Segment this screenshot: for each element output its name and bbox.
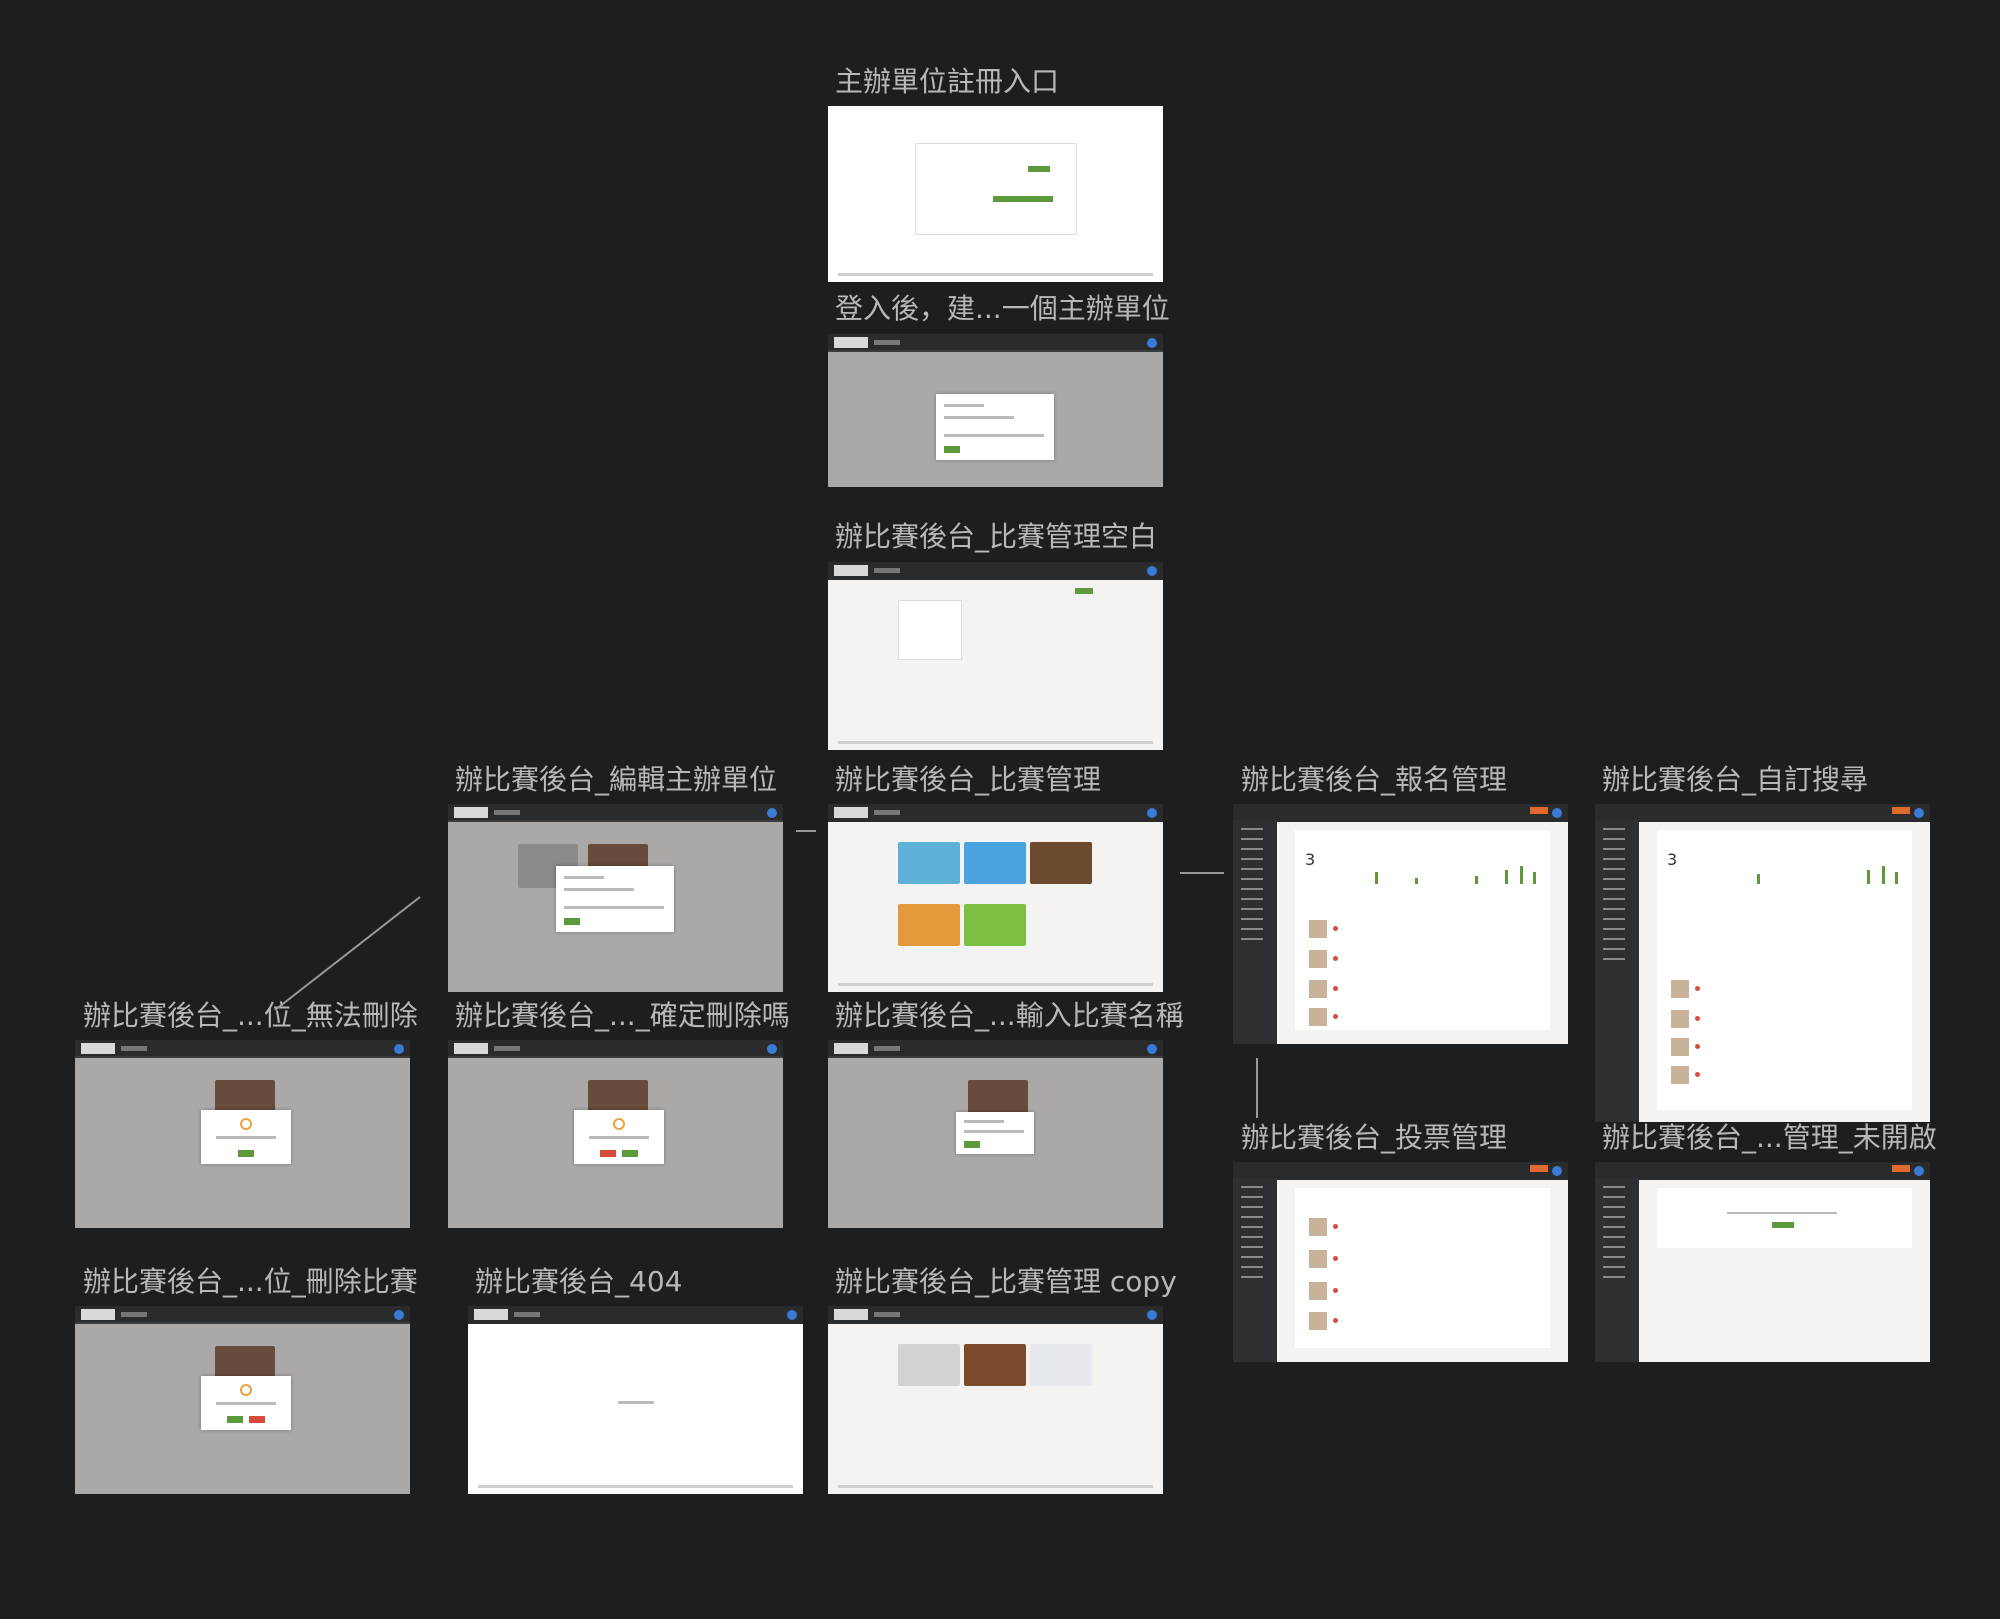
login-card bbox=[915, 143, 1077, 235]
content-panel: 3 bbox=[1295, 830, 1550, 1030]
top-bar bbox=[75, 1306, 410, 1324]
frame-label: 辦比賽後台_投票管理 bbox=[1241, 1121, 1508, 1154]
empty-card bbox=[898, 600, 962, 660]
frame-label: 辦比賽後台_404 bbox=[475, 1265, 683, 1298]
green-button bbox=[1075, 588, 1093, 594]
frame-thumbnail-404[interactable] bbox=[468, 1306, 803, 1494]
content-panel bbox=[1295, 1188, 1550, 1348]
input-modal bbox=[956, 1112, 1034, 1154]
top-bar bbox=[828, 804, 1163, 822]
flow-line bbox=[274, 896, 421, 1011]
top-bar bbox=[1233, 804, 1568, 822]
stat-count: 3 bbox=[1305, 850, 1316, 869]
green-button bbox=[993, 196, 1053, 202]
frame-thumbnail-registration[interactable]: 3 bbox=[1233, 804, 1568, 1044]
frame-label: 辦比賽後台_...位_刪除比賽 bbox=[83, 1265, 418, 1298]
frame-thumbnail-edit-org[interactable] bbox=[448, 804, 783, 992]
top-bar bbox=[1595, 1162, 1930, 1180]
frame-thumbnail-cannot-delete[interactable] bbox=[75, 1040, 410, 1228]
frame-label: 辦比賽後台_比賽管理空白 bbox=[835, 520, 1158, 553]
content-panel: 3 bbox=[1657, 830, 1912, 1110]
frame-label: 辦比賽後台_...輸入比賽名稱 bbox=[835, 999, 1184, 1032]
frame-thumbnail-custom-search[interactable]: 3 bbox=[1595, 804, 1930, 1122]
sidebar bbox=[1233, 1178, 1277, 1362]
frame-thumbnail-not-opened[interactable] bbox=[1595, 1162, 1930, 1362]
top-bar bbox=[1233, 1162, 1568, 1180]
frame-label: 辦比賽後台_...管理_未開啟 bbox=[1602, 1121, 1937, 1154]
frame-thumbnail-voting[interactable] bbox=[1233, 1162, 1568, 1362]
frame-label: 辦比賽後台_編輯主辦單位 bbox=[455, 763, 778, 796]
frame-thumbnail-register[interactable] bbox=[828, 106, 1163, 282]
top-bar bbox=[468, 1306, 803, 1324]
top-bar bbox=[448, 804, 783, 822]
flow-arrow bbox=[1256, 1058, 1258, 1118]
frame-label: 辦比賽後台_比賽管理 copy bbox=[835, 1265, 1177, 1298]
sidebar bbox=[1595, 1178, 1639, 1362]
frame-label: 辦比賽後台_自訂搜尋 bbox=[1602, 763, 1869, 796]
frame-label: 辦比賽後台_報名管理 bbox=[1241, 763, 1508, 796]
top-bar bbox=[448, 1040, 783, 1058]
content-panel bbox=[1657, 1188, 1912, 1248]
design-canvas: 主辦單位註冊入口 登入後，建...一個主辦單位 辦比賽後台_比賽管理空白 辦比賽… bbox=[0, 0, 2000, 1619]
flow-arrow bbox=[1180, 872, 1224, 874]
frame-thumbnail-enter-name[interactable] bbox=[828, 1040, 1163, 1228]
modal-dialog bbox=[936, 394, 1054, 460]
top-bar bbox=[828, 334, 1163, 352]
footer bbox=[838, 983, 1153, 986]
frame-label: 辦比賽後台_..._確定刪除嗎 bbox=[455, 999, 790, 1032]
frame-thumbnail-delete-competition[interactable] bbox=[75, 1306, 410, 1494]
stat-count: 3 bbox=[1667, 850, 1678, 869]
frame-thumbnail-management[interactable] bbox=[828, 804, 1163, 992]
footer bbox=[838, 1485, 1153, 1488]
warning-modal bbox=[201, 1110, 291, 1164]
frame-thumbnail-create-org[interactable] bbox=[828, 334, 1163, 487]
frame-label: 主辦單位註冊入口 bbox=[835, 65, 1060, 98]
frame-label: 登入後，建...一個主辦單位 bbox=[835, 292, 1170, 325]
sidebar bbox=[1233, 820, 1277, 1044]
frame-thumbnail-empty[interactable] bbox=[828, 562, 1163, 750]
flow-arrow bbox=[796, 830, 816, 832]
frame-label: 辦比賽後台_比賽管理 bbox=[835, 763, 1102, 796]
top-bar bbox=[75, 1040, 410, 1058]
footer bbox=[478, 1485, 793, 1488]
top-bar bbox=[828, 562, 1163, 580]
footer bbox=[838, 273, 1153, 276]
confirm-modal bbox=[574, 1110, 664, 1164]
frame-thumbnail-confirm-delete[interactable] bbox=[448, 1040, 783, 1228]
top-bar bbox=[828, 1040, 1163, 1058]
confirm-modal bbox=[201, 1376, 291, 1430]
sidebar bbox=[1595, 820, 1639, 1122]
green-button bbox=[1028, 166, 1050, 172]
top-bar bbox=[828, 1306, 1163, 1324]
frame-thumbnail-management-copy[interactable] bbox=[828, 1306, 1163, 1494]
footer bbox=[838, 741, 1153, 744]
top-bar bbox=[1595, 804, 1930, 822]
modal-dialog bbox=[556, 866, 674, 932]
